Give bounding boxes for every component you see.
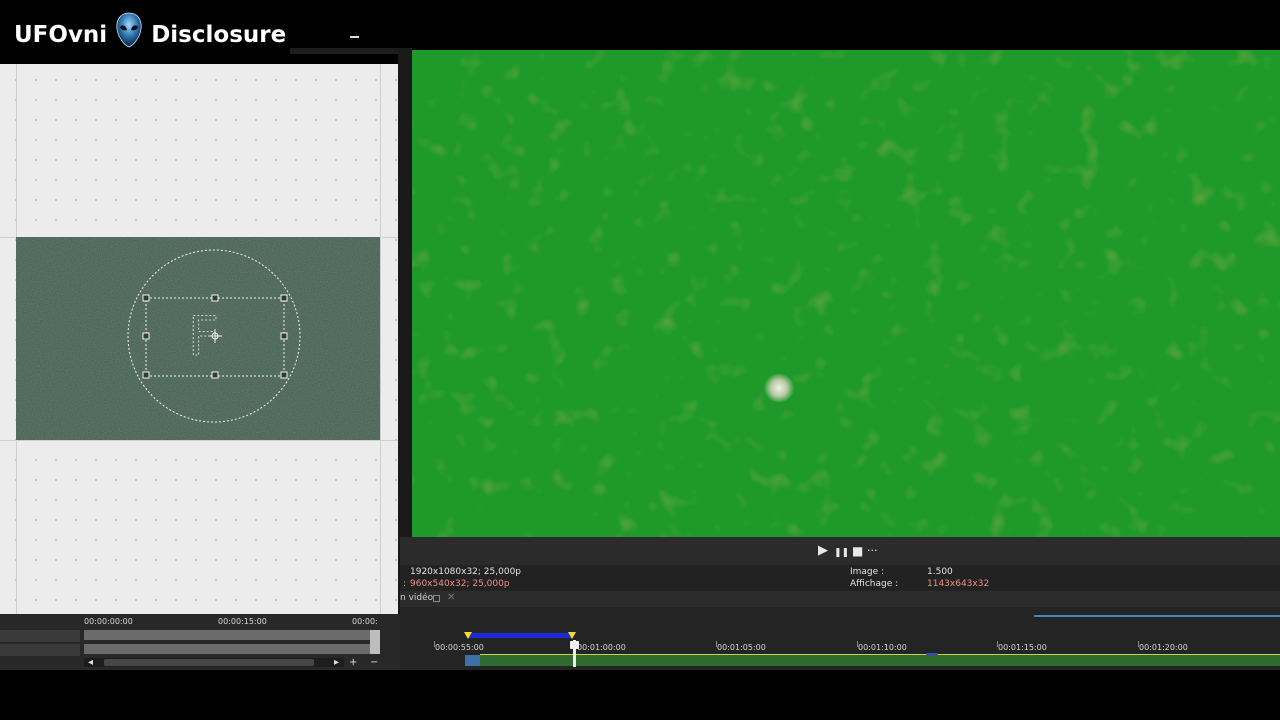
timeline-ruler[interactable]: 00:00:55:00 00:01:00:00 00:01:05:00 00:0… xyxy=(400,641,1280,655)
video-clip[interactable] xyxy=(480,654,1280,666)
preview-label: : xyxy=(403,579,407,589)
title-bar: UFOvni Disclosure xyxy=(0,0,1280,48)
zoom-out-button[interactable]: − xyxy=(370,657,378,668)
tab-close-icon[interactable]: ✕ xyxy=(447,592,455,603)
mini-scrollbar-thumb[interactable] xyxy=(104,659,314,666)
display-value: 1143x643x32 xyxy=(927,579,990,589)
loop-start-marker[interactable] xyxy=(464,632,472,639)
mini-keyframe-track[interactable] xyxy=(84,644,380,654)
main-timeline[interactable]: 00:00:55:00 00:01:00:00 00:01:05:00 00:0… xyxy=(400,607,1280,670)
mini-scroll-end xyxy=(370,630,380,654)
track-motion-panel[interactable]: F xyxy=(0,64,398,614)
logo-text-right: Disclosure xyxy=(151,22,287,48)
panel-guide-line xyxy=(0,440,398,441)
loop-region[interactable] xyxy=(468,633,572,638)
ruler-label: 00:01:10:00 xyxy=(858,643,907,652)
scroll-right-button[interactable]: ▸ xyxy=(334,657,339,668)
panel-divider[interactable] xyxy=(398,48,412,616)
tab-video-preview[interactable]: n vidéo xyxy=(400,593,433,603)
timeline-overview-bar xyxy=(1034,615,1280,617)
track-motion-timeline[interactable]: 00:00:00:00 00:00:15:00 00:00: ◂ ▸ + − xyxy=(0,614,400,670)
tab-bar: n vidéo ✕ xyxy=(400,591,1280,607)
channel-logo: UFOvni Disclosure xyxy=(14,12,287,48)
minimize-icon[interactable] xyxy=(350,36,359,38)
stop-button[interactable]: ■ xyxy=(852,545,863,557)
ruler-label: 00:00:55:00 xyxy=(435,643,484,652)
transport-bar: ▶ ❚❚ ■ ··· xyxy=(400,537,1280,565)
panel-header-strip xyxy=(290,48,400,54)
project-properties: 1920x1080x32; 25,000p xyxy=(410,567,522,577)
preview-info: 1920x1080x32; 25,000p : 960x540x32; 25,0… xyxy=(400,565,1280,591)
alien-head-icon xyxy=(116,12,142,48)
ruler-label: 00:01:15:00 xyxy=(998,643,1047,652)
playhead[interactable] xyxy=(573,640,576,667)
mini-ruler-label: 00:00:00:00 xyxy=(84,617,133,626)
mini-scrollbar[interactable] xyxy=(84,658,344,667)
logo-text-left: UFOvni xyxy=(14,22,108,48)
mini-ruler[interactable]: 00:00:00:00 00:00:15:00 00:00: xyxy=(84,615,382,629)
mini-ruler-label: 00:00:15:00 xyxy=(218,617,267,626)
track-motion-frame[interactable]: F xyxy=(16,237,380,440)
zoom-in-button[interactable]: + xyxy=(349,657,357,668)
tab-float-icon[interactable] xyxy=(433,595,440,602)
clip-start[interactable] xyxy=(465,655,481,666)
ruler-label: 00:01:05:00 xyxy=(717,643,766,652)
image-label: Image : xyxy=(850,567,885,577)
panel-guide-line xyxy=(380,64,381,614)
mini-track-header xyxy=(0,630,80,642)
mini-track-header xyxy=(0,644,80,656)
frame-letter: F xyxy=(188,305,219,368)
loop-end-marker[interactable] xyxy=(568,632,576,639)
pause-button[interactable]: ❚❚ xyxy=(834,547,849,559)
video-preview[interactable] xyxy=(412,50,1280,537)
ruler-label: 00:01:20:00 xyxy=(1139,643,1188,652)
mini-ruler-label: 00:00: xyxy=(352,617,378,626)
ruler-label: 00:01:00:00 xyxy=(577,643,626,652)
timeline-marker[interactable] xyxy=(926,653,938,656)
transform-overlay[interactable]: F xyxy=(16,237,380,440)
display-label: Affichage : xyxy=(850,579,899,589)
image-value: 1.500 xyxy=(927,567,953,577)
mini-keyframe-track[interactable] xyxy=(84,630,380,640)
ufo-bright-spot xyxy=(764,374,794,402)
play-button[interactable]: ▶ xyxy=(818,544,828,557)
preview-properties: 960x540x32; 25,000p xyxy=(410,579,510,589)
video-frame xyxy=(412,50,1280,537)
more-button[interactable]: ··· xyxy=(867,545,878,557)
scroll-left-button[interactable]: ◂ xyxy=(88,657,93,668)
